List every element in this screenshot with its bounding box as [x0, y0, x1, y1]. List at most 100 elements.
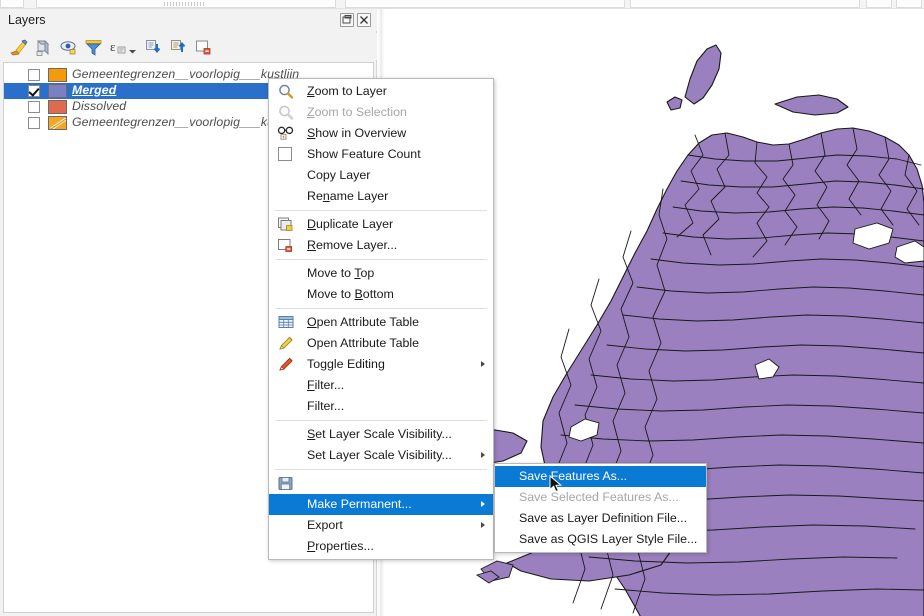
- mouse-cursor: [549, 474, 563, 495]
- overview-glasses-icon: [277, 125, 295, 142]
- menu-item-copy-layer[interactable]: Copy Layer: [269, 165, 493, 186]
- svg-text:ε: ε: [110, 39, 116, 54]
- menu-item-label: Make Permanent...: [307, 497, 412, 511]
- close-icon: [360, 16, 368, 24]
- menu-item-filter[interactable]: Filter...: [269, 375, 493, 396]
- menu-item-styles[interactable]: Export: [269, 515, 493, 536]
- menu-item-remove-layer[interactable]: Remove Layer...: [269, 235, 493, 256]
- menu-item-make-permanent[interactable]: [269, 473, 493, 494]
- expand-all-icon: [145, 39, 160, 53]
- layer-visibility-checkbox[interactable]: [28, 85, 40, 97]
- menu-item-move-to-bottom[interactable]: Move to Bottom: [269, 284, 493, 305]
- main-toolbar-sliver: [0, 0, 924, 9]
- open-layer-styling-panel[interactable]: [7, 36, 29, 58]
- submenu-item-save-as-layer-definition-file[interactable]: Save as Layer Definition File...: [495, 508, 706, 529]
- menu-separator: [275, 469, 487, 470]
- filter-legend-button[interactable]: [82, 36, 104, 58]
- menu-item-label: Save Features As...: [519, 469, 628, 483]
- show-feature-count-checkbox[interactable]: [278, 147, 292, 161]
- menu-item-label: Properties...: [307, 539, 374, 553]
- submenu-arrow-icon: [481, 361, 485, 367]
- epsilon-expression-icon: ε: [110, 39, 125, 54]
- submenu-item-save-selected-features-as: Save Selected Features As...: [495, 487, 706, 508]
- menu-separator: [275, 259, 487, 260]
- menu-item-label: Show in Overview: [307, 126, 407, 140]
- submenu-item-save-as-qgis-layer-style-file[interactable]: Save as QGIS Layer Style File...: [495, 529, 706, 550]
- menu-item-properties[interactable]: Properties...: [269, 536, 493, 557]
- filter-legend-expression-button[interactable]: ε: [107, 36, 129, 58]
- layers-panel-toolbar: ε: [0, 33, 377, 60]
- menu-item-show-in-overview[interactable]: Show in Overview: [269, 123, 493, 144]
- cursor-arrow-icon: [549, 474, 563, 493]
- toolbar-segment: [0, 0, 24, 8]
- menu-item-label: Save Selected Features As...: [519, 490, 679, 504]
- menu-item-label: Copy Layer: [307, 168, 371, 182]
- menu-item-set-layer-scale-visibility[interactable]: Set Layer Scale Visibility...: [269, 424, 493, 445]
- menu-item-export[interactable]: Make Permanent...: [269, 494, 493, 515]
- small-islands: [475, 560, 514, 584]
- panel-title-buttons: [340, 13, 371, 27]
- submenu-item-save-features-as[interactable]: Save Features As...: [495, 466, 706, 487]
- menu-item-current-edits[interactable]: Toggle Editing: [269, 354, 493, 375]
- collapse-all-button[interactable]: [167, 36, 189, 58]
- menu-item-layer-crs[interactable]: Set Layer Scale Visibility...: [269, 445, 493, 466]
- menu-item-label: Remove Layer...: [307, 238, 398, 252]
- menu-item-label: Filter...: [307, 399, 345, 413]
- menu-item-label: Show Feature Count: [307, 147, 421, 161]
- menu-item-label: Zoom to Selection: [307, 105, 407, 119]
- menu-item-label: Save as Layer Definition File...: [519, 511, 688, 525]
- menu-item-show-feature-count[interactable]: Show Feature Count: [269, 144, 493, 165]
- close-panel-button[interactable]: [357, 13, 371, 27]
- remove-layer-icon: [277, 237, 295, 254]
- styling-brush-icon: [9, 39, 27, 55]
- menu-item-label: Move to Top: [307, 266, 375, 280]
- toolbar-segment: [896, 0, 922, 8]
- expand-all-button[interactable]: [142, 36, 164, 58]
- menu-item-label: Open Attribute Table: [307, 336, 420, 350]
- diagonal-hatch: [49, 117, 66, 129]
- layer-name: Merged: [72, 83, 117, 97]
- duplicate-layer-icon: [277, 216, 295, 233]
- layer-name: Gemeentegrenzen__voorlopig___kust: [72, 115, 284, 129]
- submenu-arrow-icon: [481, 501, 485, 507]
- undock-panel-button[interactable]: [340, 13, 354, 27]
- menu-item-label: Save as QGIS Layer Style File...: [519, 532, 698, 546]
- menu-item-rename-layer[interactable]: Rename Layer: [269, 186, 493, 207]
- filter-legend-dropdown-caret[interactable]: [128, 44, 137, 54]
- menu-item-label: Filter...: [307, 378, 345, 392]
- manage-map-themes-button[interactable]: [57, 36, 79, 58]
- collapse-all-icon: [170, 39, 185, 52]
- menu-item-toggle-editing[interactable]: Open Attribute Table: [269, 333, 493, 354]
- zoom-to-layer-icon: [277, 83, 295, 100]
- filter-funnel-icon: [85, 39, 101, 56]
- remove-layer-icon: [195, 40, 210, 54]
- menu-item-label: Export: [307, 518, 343, 532]
- menu-item-label: Zoom to Layer: [307, 84, 387, 98]
- toolbar-segment: [630, 0, 860, 8]
- chevron-down-icon: [129, 50, 136, 54]
- layer-visibility-checkbox[interactable]: [28, 117, 40, 129]
- menu-item-open-attribute-table[interactable]: Open Attribute Table: [269, 312, 493, 333]
- toggle-editing-pencil-icon: [277, 335, 295, 352]
- layer-symbol-swatch: [48, 116, 67, 130]
- zoom-to-selection-icon: [277, 104, 295, 121]
- current-edits-pencil-icon: [277, 356, 295, 373]
- menu-item-change-data-source[interactable]: Filter...: [269, 396, 493, 417]
- menu-item-label: Set Layer Scale Visibility...: [307, 427, 452, 441]
- menu-item-duplicate-layer[interactable]: Duplicate Layer: [269, 214, 493, 235]
- remove-layer-group-button[interactable]: [192, 36, 214, 58]
- menu-item-zoom-to-layer[interactable]: Zoom to Layer: [269, 81, 493, 102]
- toolbar-grip[interactable]: [164, 2, 204, 6]
- layer-symbol-swatch: [48, 84, 67, 98]
- eye-theme-icon: [60, 40, 75, 54]
- layer-name: Dissolved: [72, 99, 127, 113]
- layer-visibility-checkbox[interactable]: [28, 69, 40, 81]
- layer-context-menu[interactable]: Zoom to Layer Zoom to Selection Show in …: [268, 78, 494, 560]
- toolbar-segment: [345, 0, 625, 8]
- attribute-table-icon: [277, 314, 295, 331]
- panel-title: Layers: [8, 13, 46, 27]
- menu-item-move-to-top[interactable]: Move to Top: [269, 263, 493, 284]
- layer-visibility-checkbox[interactable]: [28, 101, 40, 113]
- export-submenu[interactable]: Save Features As... Save Selected Featur…: [494, 463, 707, 553]
- add-group-button[interactable]: [32, 36, 54, 58]
